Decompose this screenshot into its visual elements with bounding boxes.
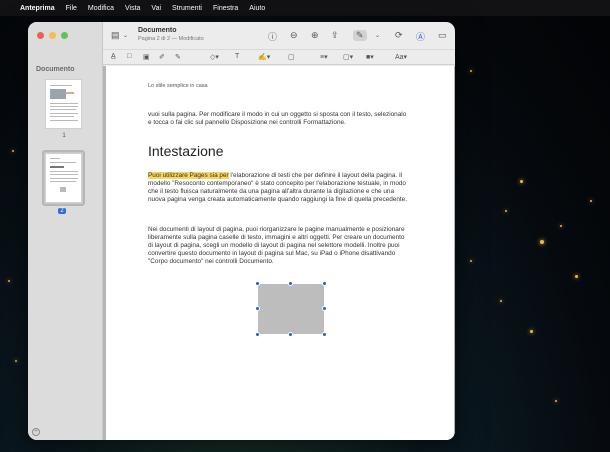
rect-selection-icon[interactable]: □ [127, 53, 131, 60]
sidebar: Documento xxxx 1 2 + [28, 22, 103, 440]
border-color-icon[interactable]: ▢▾ [343, 53, 353, 61]
highlighted-text: Puoi utilizzare Pages sia per [148, 172, 229, 179]
menu-strumenti[interactable]: Strumenti [172, 5, 202, 12]
sketch-icon[interactable]: ✐ [159, 53, 165, 61]
resize-handle[interactable] [288, 281, 293, 286]
rotate-icon[interactable]: ⟳ [395, 30, 403, 41]
paragraph-1: vuoi sulla pagina. Per modificare il mod… [148, 111, 407, 126]
document-title: Documento [138, 27, 177, 34]
thumbnail-label-1: 1 [62, 133, 66, 139]
chevron-down-icon[interactable]: ⌄ [123, 32, 128, 39]
thumbnail-page-1[interactable]: xxxx [45, 79, 82, 129]
sign-icon[interactable]: ✍▾ [258, 53, 270, 61]
paragraph-2: Puoi utilizzare Pages sia per l'elaboraz… [148, 172, 410, 204]
close-button[interactable] [37, 32, 44, 39]
resize-handle[interactable] [288, 332, 293, 337]
toolbar: ▤ ⌄ Documento Pagina 2 di 2 — Modificato… [103, 22, 455, 49]
menu-finestra[interactable]: Finestra [213, 5, 238, 12]
thumbnail-label-2: 2 [58, 208, 66, 214]
sidebar-toggle-icon[interactable]: ▤ [111, 30, 120, 41]
resize-handle[interactable] [255, 281, 260, 286]
paragraph-3: Nei documenti di layout di pagina, puoi … [148, 226, 405, 265]
markup-chevron-icon[interactable]: ⌄ [375, 32, 380, 39]
window-controls [37, 32, 68, 39]
text-box-icon[interactable]: T [235, 53, 239, 60]
resize-handle[interactable] [255, 332, 260, 337]
resize-handle[interactable] [255, 306, 260, 311]
zoom-in-icon[interactable]: ⊕ [311, 30, 319, 41]
selected-rectangle-shape[interactable] [255, 281, 327, 337]
resize-handle[interactable] [322, 281, 327, 286]
resize-handle[interactable] [322, 332, 327, 337]
edit-box-icon[interactable]: ▭ [438, 30, 447, 41]
menu-file[interactable]: File [66, 5, 77, 12]
sidebar-title: Documento [36, 66, 75, 73]
minimize-button[interactable] [49, 32, 56, 39]
shape-style-icon[interactable]: ≡▾ [320, 53, 328, 61]
resize-handle[interactable] [322, 306, 327, 311]
preview-window: Documento xxxx 1 2 + ▤ ⌄ Documento Pagin… [28, 22, 455, 440]
document-page: Lo stile semplice in casa vuoi sulla pag… [106, 66, 454, 440]
page-header: Lo stile semplice in casa [148, 83, 208, 89]
markup-circle-icon[interactable]: Ⓐ [416, 30, 425, 43]
heading: Intestazione [148, 143, 224, 159]
text-style-icon[interactable]: Aa▾ [395, 53, 407, 61]
zoom-out-icon[interactable]: ⊖ [290, 30, 298, 41]
add-page-button[interactable]: + [32, 428, 40, 436]
shapes-icon[interactable]: ◇▾ [210, 53, 219, 61]
markup-toolbar: A̲ □ ▣ ✐ ✎ ◇▾ T ✍▾ ▢ ≡▾ ▢▾ ■▾ Aa▾ [103, 49, 455, 65]
menu-bar: Anteprima File Modifica Vista Vai Strume… [0, 0, 610, 16]
menu-modifica[interactable]: Modifica [88, 5, 114, 12]
redact-icon[interactable]: ▣ [143, 53, 150, 61]
markup-pen-icon[interactable]: ✎ [353, 30, 367, 41]
share-icon[interactable]: ⇪ [331, 30, 339, 41]
text-selection-icon[interactable]: A̲ [111, 53, 116, 60]
thumbnail-page-2[interactable] [45, 153, 82, 203]
note-icon[interactable]: ▢ [288, 53, 295, 61]
fill-color-icon[interactable]: ■▾ [366, 53, 374, 61]
document-subtitle: Pagina 2 di 2 — Modificato [138, 36, 204, 42]
draw-icon[interactable]: ✎ [175, 53, 181, 61]
document-area: Lo stile semplice in casa vuoi sulla pag… [103, 66, 455, 440]
menu-vista[interactable]: Vista [125, 5, 140, 12]
menu-aiuto[interactable]: Aiuto [249, 5, 265, 12]
zoom-button[interactable] [61, 32, 68, 39]
menu-vai[interactable]: Vai [151, 5, 161, 12]
menu-app-name[interactable]: Anteprima [20, 5, 55, 12]
info-icon[interactable]: ⓘ [268, 30, 277, 43]
